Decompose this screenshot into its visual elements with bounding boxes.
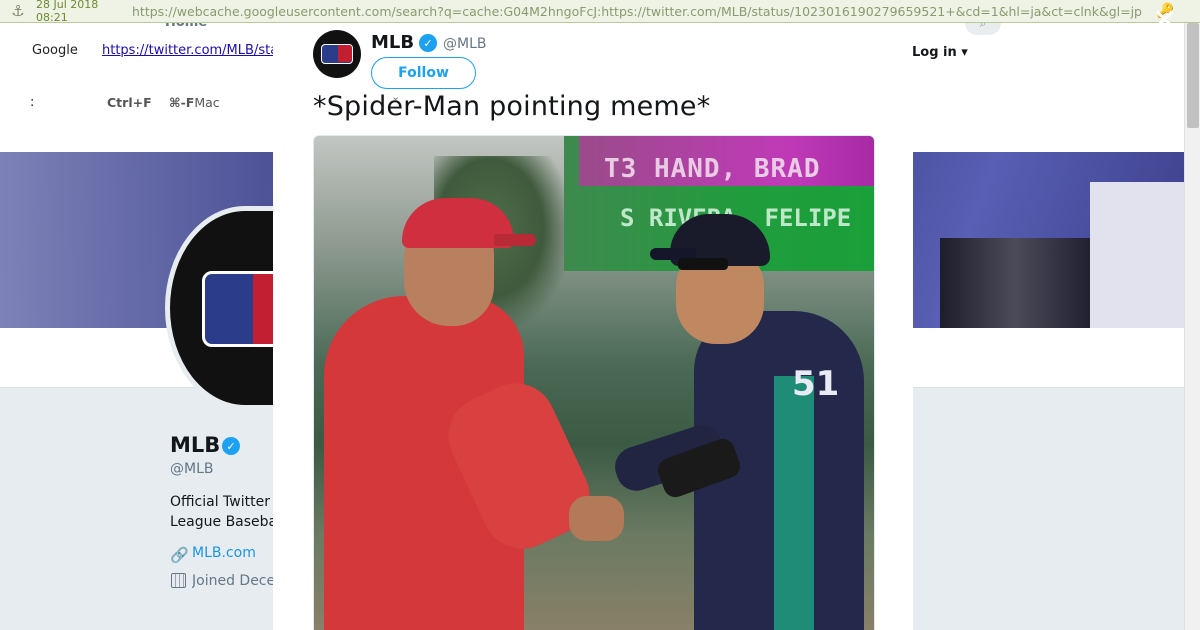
jersey-number: 51 (792, 364, 840, 404)
cache-google-label: Google (32, 43, 78, 58)
tweet-author-name[interactable]: MLB (371, 32, 414, 53)
tweet-author-handle[interactable]: @MLB (443, 36, 486, 52)
tweet-author-avatar[interactable] (313, 30, 361, 78)
archive-url[interactable]: https://webcache.googleusercontent.com/s… (132, 4, 1162, 19)
page-scrollbar[interactable] (1184, 23, 1200, 630)
tweet-modal: MLB ✓ @MLB Follow ⌄ *Spider-Man pointing… (273, 23, 913, 630)
archive-date: 28 Jul 2018 08:21 (36, 0, 99, 24)
link-icon: 🔗 (170, 546, 189, 564)
scrollbar-thumb[interactable] (1187, 23, 1199, 128)
follow-button[interactable]: Follow (371, 57, 476, 89)
profile-website-link[interactable]: MLB.com (192, 545, 256, 561)
login-label: Log in (912, 45, 957, 60)
shortcut-mac: ⌘-FMac (169, 95, 220, 110)
archive-logo-icon[interactable]: ⚓ (0, 0, 36, 23)
tweet-photo[interactable]: T3 HAND, BRAD S RIVERA, FELIPE 51 (313, 135, 875, 630)
profile-name: MLB (170, 433, 221, 457)
calendar-icon (171, 573, 186, 588)
profile-bio-line1: Official Twitter (170, 494, 270, 510)
cache-source-link[interactable]: https://twitter.com/MLB/sta (102, 43, 278, 58)
profile-handle: @MLB (170, 461, 214, 477)
profile-joined: Joined Dece (192, 573, 273, 589)
shortcut-mac-label: Mac (194, 95, 220, 110)
archive-toolbar: ⚓ 28 Jul 2018 08:21 https://webcache.goo… (0, 0, 1200, 24)
profile-bio: Official Twitter League Baseba (170, 492, 273, 532)
scoreboard-line1: T3 HAND, BRAD (604, 154, 821, 184)
profile-bio-line2: League Baseba (170, 514, 273, 530)
cache-colon: : (30, 95, 35, 110)
shortcut-ctrl: Ctrl+F (107, 95, 152, 110)
verified-badge-icon: ✓ (419, 34, 437, 52)
shortcut-cmd: ⌘-F (169, 95, 195, 110)
verified-badge-icon: ✓ (222, 437, 240, 455)
close-icon[interactable]: ✕ (1152, 6, 1177, 36)
login-button[interactable]: Log in ▾ (912, 45, 968, 60)
tweet-text: *Spider-Man pointing meme* (313, 91, 711, 122)
